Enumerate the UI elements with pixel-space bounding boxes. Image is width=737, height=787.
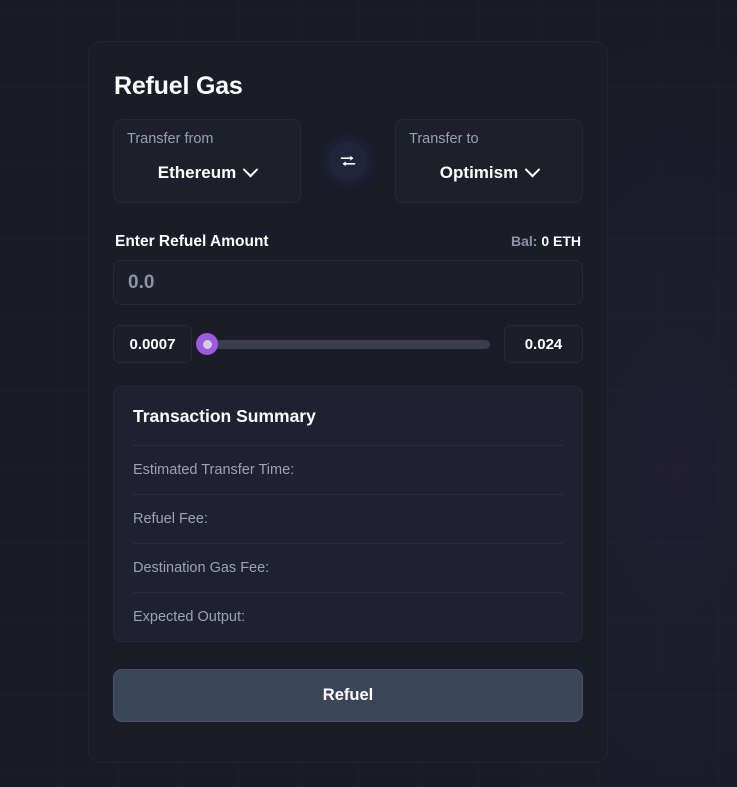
balance-display: Bal: 0 ETH: [511, 233, 581, 249]
transfer-to-value: Optimism: [439, 162, 519, 182]
summary-key: Refuel Fee:: [133, 511, 208, 527]
slider-min-value: 0.0007: [113, 325, 192, 363]
refuel-gas-card: Refuel Gas Transfer from Ethereum Transf…: [88, 41, 608, 763]
amount-header: Enter Refuel Amount Bal: 0 ETH: [115, 233, 581, 251]
swap-horizontal-icon: [340, 155, 356, 167]
summary-row: Destination Gas Fee:: [133, 543, 563, 592]
transaction-summary: Transaction Summary Estimated Transfer T…: [113, 386, 583, 642]
slider-max-value: 0.024: [504, 325, 583, 363]
summary-row: Refuel Fee:: [133, 494, 563, 543]
chevron-down-icon: [524, 161, 541, 178]
balance-label: Bal:: [510, 233, 538, 249]
amount-slider-row: 0.0007 0.024: [113, 325, 583, 363]
refuel-button[interactable]: Refuel: [113, 669, 583, 722]
summary-key: Estimated Transfer Time:: [133, 462, 295, 478]
transaction-summary-title: Transaction Summary: [133, 406, 316, 426]
transfer-to-selector[interactable]: Transfer to Optimism: [395, 119, 583, 203]
transfer-to-value-wrap: Optimism: [409, 147, 569, 202]
transfer-from-value-wrap: Ethereum: [127, 147, 287, 202]
summary-key: Expected Output:: [133, 609, 246, 625]
swap-chains-button[interactable]: [329, 142, 367, 180]
transfer-from-selector[interactable]: Transfer from Ethereum: [113, 119, 301, 203]
slider-thumb[interactable]: [196, 333, 218, 355]
page-title: Refuel Gas: [114, 72, 243, 100]
refuel-amount-input[interactable]: [113, 260, 583, 305]
summary-key: Destination Gas Fee:: [133, 560, 270, 576]
transfer-from-label: Transfer from: [127, 131, 214, 147]
transfer-from-value: Ethereum: [157, 162, 237, 182]
summary-row: Estimated Transfer Time:: [133, 445, 563, 494]
amount-title: Enter Refuel Amount: [115, 233, 269, 250]
balance-value: 0 ETH: [541, 233, 581, 249]
chevron-down-icon: [242, 161, 259, 178]
amount-slider[interactable]: [192, 332, 504, 356]
transfer-to-label: Transfer to: [409, 131, 479, 147]
slider-track[interactable]: [206, 339, 490, 349]
transfer-selector-row: Transfer from Ethereum Transfer to Optim…: [113, 119, 583, 203]
summary-row: Expected Output:: [133, 592, 563, 641]
